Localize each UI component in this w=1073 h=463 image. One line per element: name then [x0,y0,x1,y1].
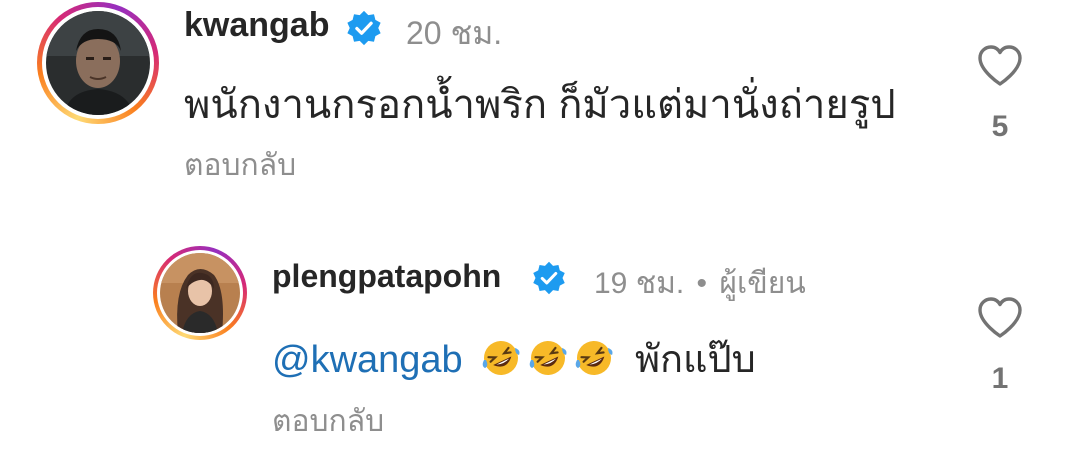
avatar-image [46,11,150,115]
author-badge: ผู้เขียน [719,267,806,300]
mention-link[interactable]: @kwangab [272,339,463,381]
heart-outline-icon[interactable] [976,44,1024,88]
meta-separator: • [696,267,708,300]
reply-body-text: พักแป๊บ [634,339,756,381]
rolling-laughing-emoji-icon [576,341,613,375]
reply-item: plengpatapohn 19 ชม. • ผู้เขียน @kwangab [0,240,1073,463]
rolling-laughing-emoji-icon [482,341,520,375]
reply-meta: 19 ชม. • ผู้เขียน [594,260,806,307]
avatar[interactable] [37,2,159,124]
reply-button[interactable]: ตอบกลับ [272,398,384,445]
comment-timestamp: 20 ชม. [406,15,503,51]
reply-text: @kwangab พักแป๊บ [272,328,756,389]
verified-badge-icon [533,261,565,295]
comment-item: kwangab 20 ชม. พนักงานกรอกน้ำพริก ก็มัวแ… [0,0,1073,200]
like-count: 5 [991,110,1009,143]
heart-outline-icon[interactable] [976,296,1024,340]
reply-username[interactable]: plengpatapohn [272,258,501,295]
avatar-image [160,253,240,333]
comment-thread: kwangab 20 ชม. พนักงานกรอกน้ำพริก ก็มัวแ… [0,0,1073,463]
reply-timestamp: 19 ชม. [594,267,685,300]
avatar[interactable] [153,246,247,340]
like-count: 1 [991,362,1009,395]
emoji-group [481,339,621,381]
reply-button[interactable]: ตอบกลับ [184,142,296,189]
rolling-laughing-emoji-icon [529,341,567,375]
comment-username[interactable]: kwangab [184,6,329,45]
comment-text: พนักงานกรอกน้ำพริก ก็มัวแต่มานั่งถ่ายรูป [184,83,896,127]
verified-badge-icon [347,10,381,46]
